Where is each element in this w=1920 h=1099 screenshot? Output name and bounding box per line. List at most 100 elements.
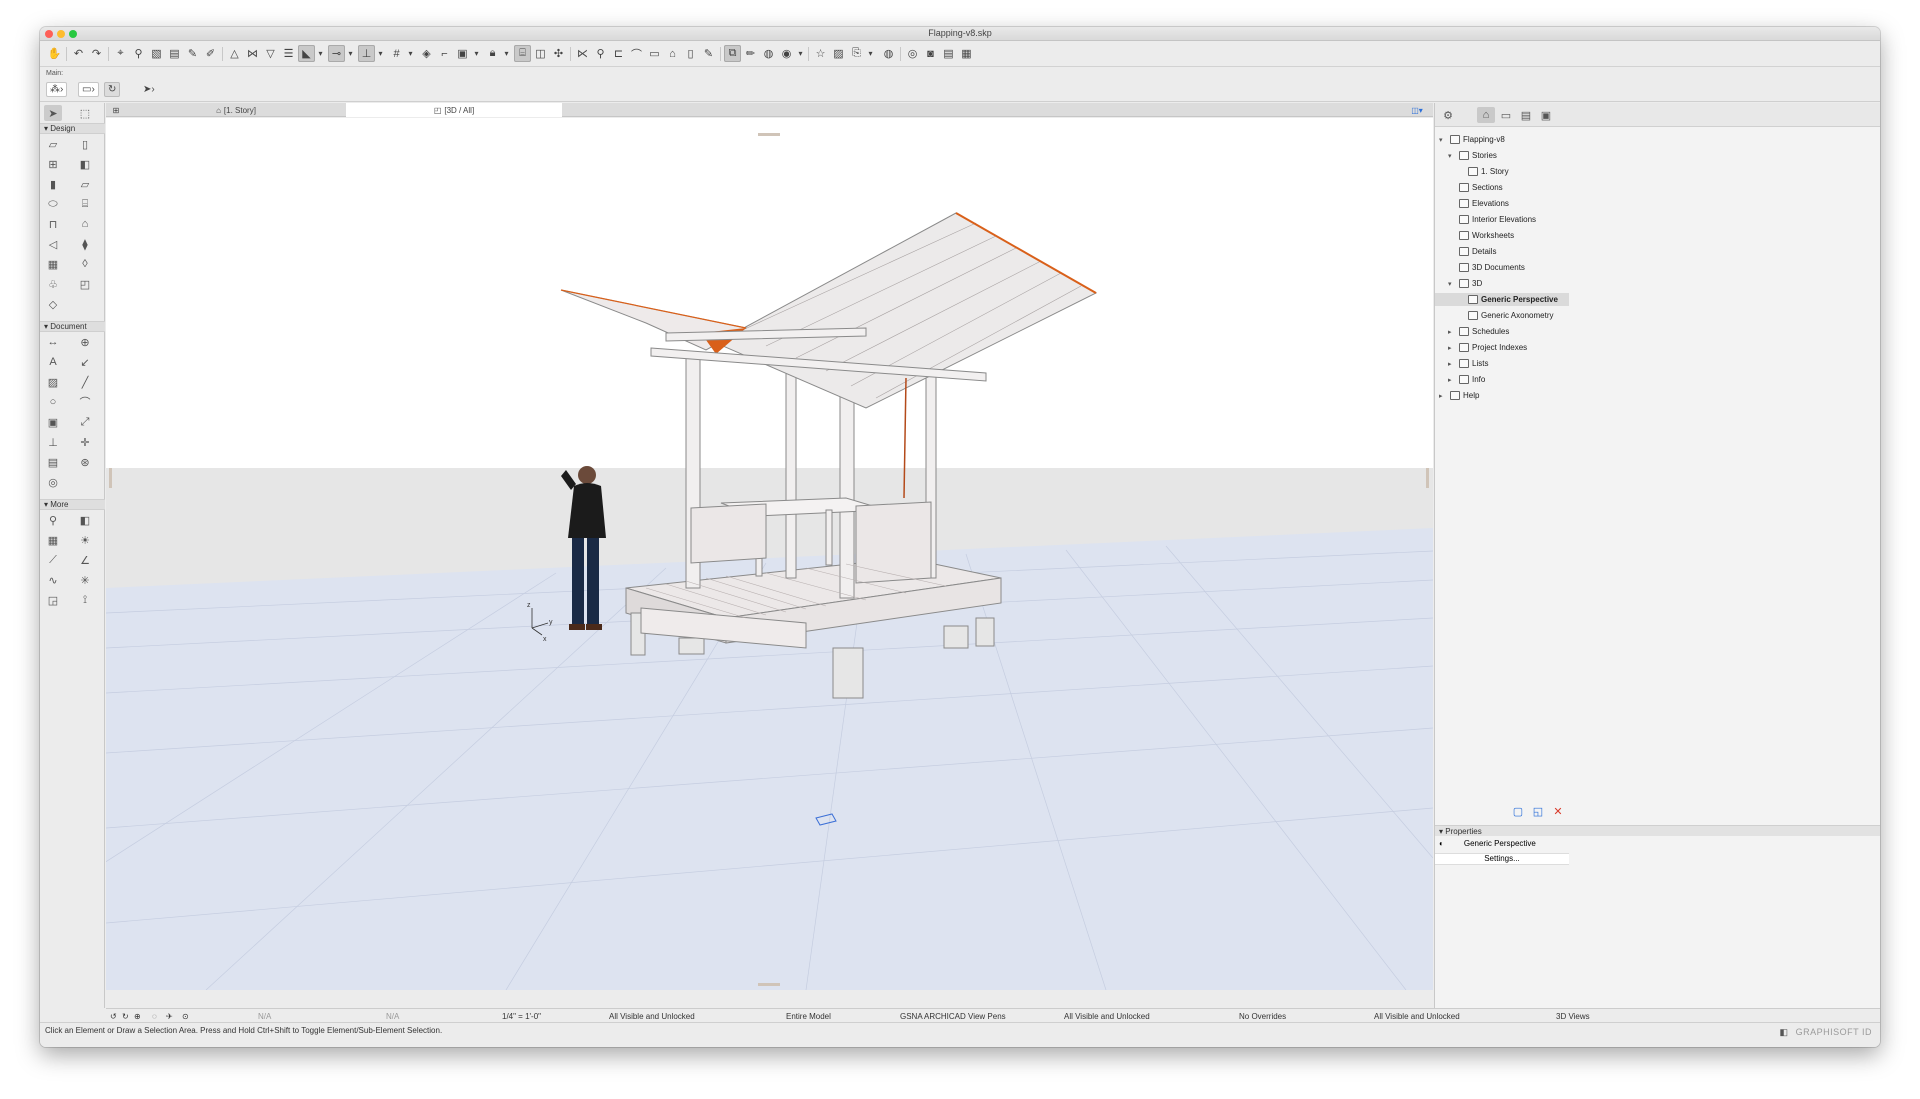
- camera-icon[interactable]: ◙: [922, 45, 939, 62]
- tree-item[interactable]: ▸ Help: [1435, 389, 1569, 402]
- arrow-down-icon[interactable]: ▽: [262, 45, 279, 62]
- bottom-resize-handle[interactable]: [758, 983, 780, 986]
- tab-1-story[interactable]: ⌂ [1. Story]: [126, 103, 346, 117]
- chevron-down-icon[interactable]: ▾: [866, 45, 875, 62]
- 3d-views-value[interactable]: 3D Views: [1556, 1009, 1590, 1023]
- split-view-icon[interactable]: ◫: [532, 45, 549, 62]
- tree-item[interactable]: Generic Axonometry: [1435, 309, 1569, 322]
- magic-wand-icon[interactable]: ⚲: [130, 45, 147, 62]
- layout-book-icon[interactable]: ▤: [1517, 107, 1535, 123]
- object-icon[interactable]: ◧: [76, 156, 94, 172]
- lamp-icon[interactable]: ☀: [76, 532, 94, 548]
- skylight-icon[interactable]: ⧫: [76, 236, 94, 252]
- chevron-down-icon[interactable]: ▾: [346, 45, 355, 62]
- tree-item[interactable]: ▸ Info: [1435, 373, 1569, 386]
- tree-item[interactable]: Generic Perspective: [1435, 293, 1569, 306]
- pencil-icon[interactable]: ✏: [742, 45, 759, 62]
- camera-icon[interactable]: ◲: [44, 592, 62, 608]
- left-resize-handle[interactable]: [109, 468, 112, 488]
- dimension-icon[interactable]: ↔: [44, 334, 62, 350]
- redo-icon[interactable]: ↷: [88, 45, 105, 62]
- floor-plan-icon[interactable]: ◇: [44, 296, 62, 312]
- tree-item[interactable]: ▸ Project Indexes: [1435, 341, 1569, 354]
- graphic-overrides-value[interactable]: No Overrides: [1239, 1009, 1286, 1023]
- tree-item[interactable]: 3D Documents: [1435, 261, 1569, 274]
- tree-item[interactable]: Elevations: [1435, 197, 1569, 210]
- elevation-icon[interactable]: △: [226, 45, 243, 62]
- 3d-viewport[interactable]: z y x: [106, 118, 1433, 990]
- chevron-down-icon[interactable]: ▾: [376, 45, 385, 62]
- layer-icon[interactable]: ▤: [166, 45, 183, 62]
- view-selector[interactable]: ▭›: [78, 82, 99, 97]
- star-icon[interactable]: ☆: [812, 45, 829, 62]
- settings-button[interactable]: Settings...: [1435, 853, 1569, 865]
- eye-icon[interactable]: ◉: [778, 45, 795, 62]
- door-icon[interactable]: ▯: [76, 136, 94, 152]
- fit-icon[interactable]: ⊙: [182, 1009, 189, 1023]
- tree-item[interactable]: ▾ Flapping-v8: [1435, 133, 1569, 146]
- section-icon[interactable]: ⊥: [44, 434, 62, 450]
- marquee-icon[interactable]: ⬚: [76, 105, 94, 121]
- properties-header[interactable]: ▾ Properties: [1435, 825, 1880, 836]
- orbit-icon[interactable]: ◌: [152, 1009, 157, 1023]
- polyline-icon[interactable]: ⟋: [44, 552, 62, 568]
- label-icon[interactable]: ↙: [76, 354, 94, 370]
- window-icon[interactable]: ⊞: [44, 156, 62, 172]
- chevron-down-icon[interactable]: ▾: [502, 45, 511, 62]
- collapsed-triangle-icon[interactable]: ▸: [1448, 344, 1456, 352]
- spline-icon[interactable]: ∿: [44, 572, 62, 588]
- hotspot-icon[interactable]: ✳: [76, 572, 94, 588]
- curtain-wall-icon[interactable]: ▦: [44, 256, 62, 272]
- tree-item[interactable]: Worksheets: [1435, 229, 1569, 242]
- arrow-tool-button[interactable]: ➤›: [140, 82, 158, 97]
- layer-combination-2-value[interactable]: All Visible and Unlocked: [1064, 1009, 1150, 1023]
- grid-icon[interactable]: #: [388, 45, 405, 62]
- worksheet-icon[interactable]: ▤: [44, 454, 62, 470]
- mirror-icon[interactable]: ⋈: [244, 45, 261, 62]
- publisher-icon[interactable]: ▣: [1537, 107, 1555, 123]
- undo-icon[interactable]: ↶: [70, 45, 87, 62]
- sheet-icon[interactable]: ▭: [646, 45, 663, 62]
- tree-item[interactable]: ▾ Stories: [1435, 149, 1569, 162]
- view-map-icon[interactable]: ▭: [1497, 107, 1515, 123]
- model-view-value[interactable]: Entire Model: [786, 1009, 831, 1023]
- toolbox-section-design[interactable]: ▾ Design: [40, 123, 105, 134]
- curve-icon[interactable]: ⌒: [628, 45, 645, 62]
- tree-item[interactable]: ▸ Schedules: [1435, 325, 1569, 338]
- project-map-icon[interactable]: ⌂: [1477, 107, 1495, 123]
- hand-icon[interactable]: ✋: [46, 45, 63, 62]
- roof-icon[interactable]: ⌂: [76, 216, 94, 232]
- fly-icon[interactable]: ✈: [166, 1009, 173, 1023]
- tree-item[interactable]: ▸ Lists: [1435, 357, 1569, 370]
- zoom-icon[interactable]: ⚲: [592, 45, 609, 62]
- chevron-down-icon[interactable]: ▾: [316, 45, 325, 62]
- chevron-down-icon[interactable]: ▾: [406, 45, 415, 62]
- figure-icon[interactable]: ▣: [44, 414, 62, 430]
- tab-3d-all[interactable]: ◰ [3D / All]: [346, 103, 562, 117]
- walls-icon[interactable]: ⧉: [724, 45, 741, 62]
- suspend-groups-icon[interactable]: ◈: [418, 45, 435, 62]
- marquee-icon[interactable]: ▧: [148, 45, 165, 62]
- tree-item[interactable]: Sections: [1435, 181, 1569, 194]
- slab-icon[interactable]: ⬭: [44, 196, 62, 212]
- top-resize-handle[interactable]: [758, 133, 780, 136]
- shell-icon[interactable]: ◁: [44, 236, 62, 252]
- column-icon[interactable]: ▮: [44, 176, 62, 192]
- expanded-triangle-icon[interactable]: ▾: [1448, 280, 1456, 288]
- find-select-icon[interactable]: ⌖: [112, 45, 129, 62]
- publish-icon[interactable]: ▤: [940, 45, 957, 62]
- trim-icon[interactable]: ⋉: [574, 45, 591, 62]
- shapes-icon[interactable]: ◍: [760, 45, 777, 62]
- stair-icon[interactable]: ⌸: [76, 196, 94, 212]
- tree-item[interactable]: ▾ 3D: [1435, 277, 1569, 290]
- arc-icon[interactable]: ⌒: [76, 394, 94, 410]
- pen-set-value[interactable]: GSNA ARCHICAD View Pens: [900, 1009, 1006, 1023]
- picture-icon[interactable]: ▨: [830, 45, 847, 62]
- eyedropper-icon[interactable]: ✎: [184, 45, 201, 62]
- scale-value[interactable]: 1/4" = 1'-0": [502, 1009, 541, 1023]
- explode-icon[interactable]: ✣: [550, 45, 567, 62]
- expanded-triangle-icon[interactable]: ▾: [1439, 136, 1447, 144]
- collapsed-triangle-icon[interactable]: ▸: [1448, 360, 1456, 368]
- pointer-icon[interactable]: ⌐: [436, 45, 453, 62]
- crop-icon[interactable]: ⊏: [610, 45, 627, 62]
